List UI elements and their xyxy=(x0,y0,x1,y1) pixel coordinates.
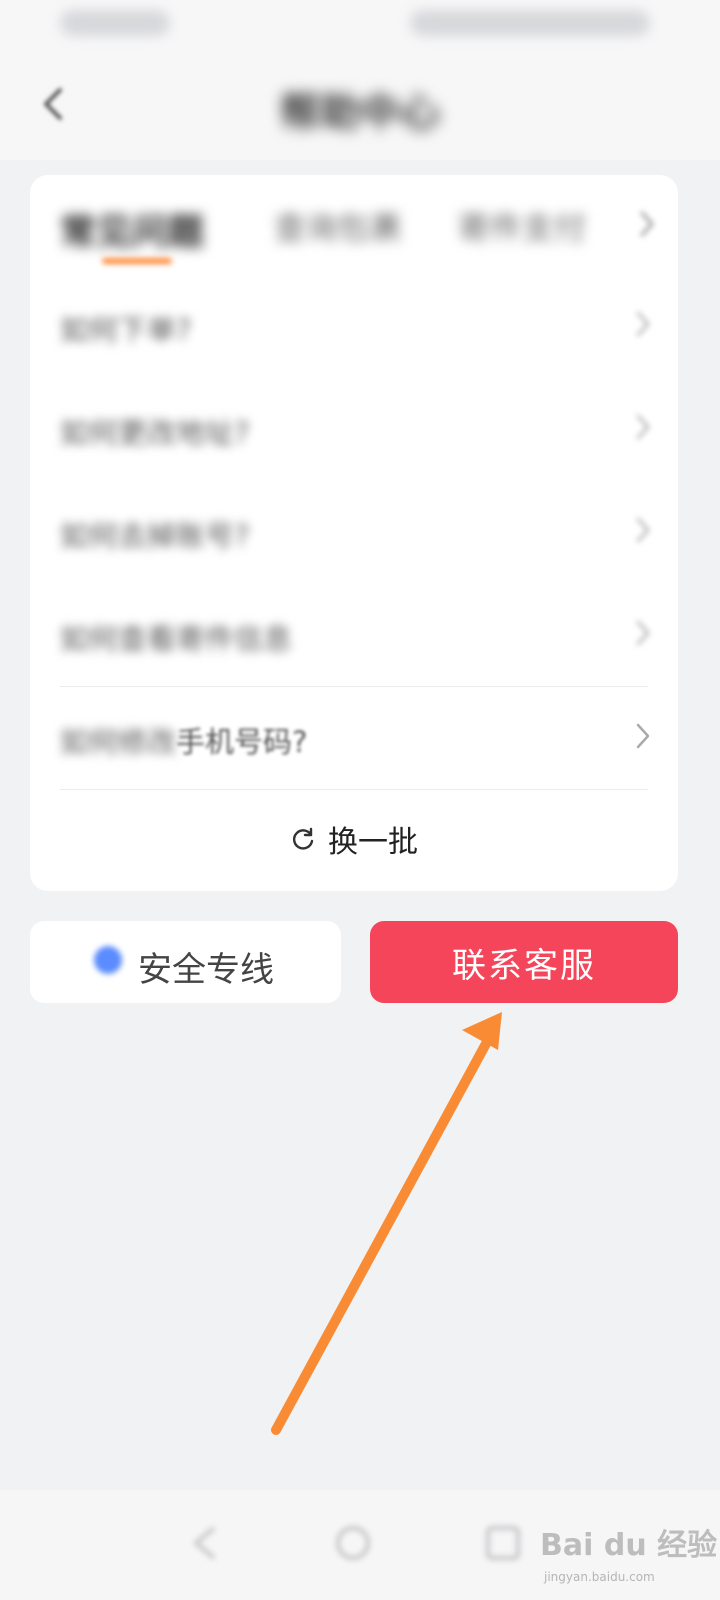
contact-service-button[interactable]: 联系客服 xyxy=(370,921,678,1003)
chevron-right-icon[interactable] xyxy=(634,209,658,239)
faq-item[interactable]: 如何查看寄件信息 xyxy=(30,584,678,687)
secure-line-button[interactable]: 安全专线 xyxy=(30,921,341,1003)
page-title: 帮助中心 xyxy=(280,90,440,136)
tab-shipping-payment[interactable]: 寄件支付 xyxy=(458,203,586,249)
faq-tabs: 常见问题 查询包裹 寄件支付 xyxy=(30,175,678,275)
chevron-right-icon xyxy=(636,517,650,543)
faq-question: 如何去掉账号? xyxy=(60,519,250,553)
status-bar-right xyxy=(410,10,650,36)
faq-item[interactable]: 如何下单? xyxy=(30,275,678,378)
faq-question-blurred: 如何修改 xyxy=(60,725,177,759)
chevron-right-icon xyxy=(636,620,650,646)
tab-common-questions[interactable]: 常见问题 xyxy=(60,203,204,255)
app-header: 帮助中心 xyxy=(0,50,720,160)
status-bar-left xyxy=(60,10,170,36)
secure-line-label: 安全专线 xyxy=(138,950,274,990)
refresh-content: 换一批 xyxy=(290,817,418,861)
faq-list: 如何下单? 如何更改地址? 如何去掉账号? 如何查看寄件信息 如何修改手机号码? xyxy=(30,275,678,790)
active-tab-indicator xyxy=(102,258,172,264)
watermark-url: jingyan.baidu.com xyxy=(544,1570,655,1584)
faq-item[interactable]: 如何去掉账号? xyxy=(30,481,678,584)
chevron-right-icon xyxy=(636,311,650,337)
faq-question-visible: 手机号码? xyxy=(176,725,308,759)
contact-service-label: 联系客服 xyxy=(452,945,596,986)
back-nav-icon[interactable] xyxy=(180,1518,230,1568)
shield-icon xyxy=(94,946,122,974)
faq-question: 如何下单? xyxy=(60,313,192,347)
chevron-right-icon xyxy=(636,723,650,749)
faq-item[interactable]: 如何更改地址? xyxy=(30,378,678,481)
watermark-logo: Bai du 经验 xyxy=(540,1528,718,1563)
home-nav-icon[interactable] xyxy=(328,1518,378,1568)
recents-nav-icon[interactable] xyxy=(478,1518,528,1568)
faq-question: 如何修改手机号码? xyxy=(60,719,307,761)
tab-track-package[interactable]: 查询包裹 xyxy=(274,203,402,249)
faq-question: 如何更改地址? xyxy=(60,416,250,450)
watermark: Bai du 经验 jingyan.baidu.com xyxy=(540,1512,720,1592)
status-bar xyxy=(0,0,720,50)
refresh-icon xyxy=(292,827,314,850)
faq-question: 如何查看寄件信息 xyxy=(60,622,293,656)
faq-item[interactable]: 如何修改手机号码? xyxy=(30,687,678,790)
faq-card: 常见问题 查询包裹 寄件支付 如何下单? 如何更改地址? 如何去掉账号? 如何查… xyxy=(30,175,678,891)
refresh-button[interactable]: 换一批 xyxy=(30,785,678,885)
refresh-label: 换一批 xyxy=(328,825,418,860)
chevron-right-icon xyxy=(636,414,650,440)
